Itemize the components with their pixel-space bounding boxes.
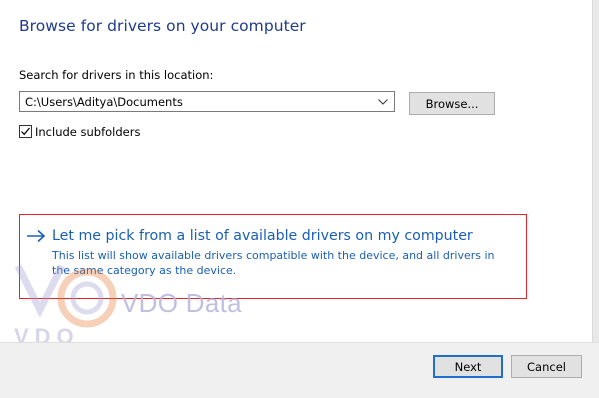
browse-button[interactable]: Browse... [409, 92, 495, 115]
pick-from-list-link[interactable]: Let me pick from a list of available dri… [26, 228, 473, 244]
search-location-label: Search for drivers in this location: [19, 68, 214, 82]
pick-from-list-description: This list will show available drivers co… [52, 249, 495, 277]
path-input[interactable] [20, 92, 370, 111]
include-subfolders-label: Include subfolders [35, 124, 141, 139]
cancel-button[interactable]: Cancel [511, 355, 582, 378]
path-combobox[interactable] [19, 91, 395, 112]
browse-drivers-dialog: Browse for drivers on your computer Sear… [0, 0, 599, 398]
window-edge [592, 0, 599, 342]
next-button[interactable]: Next [433, 355, 503, 378]
page-title: Browse for drivers on your computer [19, 17, 306, 35]
pick-from-list-title[interactable]: Let me pick from a list of available dri… [52, 228, 473, 244]
chevron-down-icon[interactable] [376, 92, 390, 111]
include-subfolders-option[interactable]: Include subfolders [19, 124, 140, 139]
dialog-footer [0, 342, 599, 398]
include-subfolders-checkbox[interactable] [19, 125, 32, 138]
arrow-right-icon [26, 229, 46, 243]
